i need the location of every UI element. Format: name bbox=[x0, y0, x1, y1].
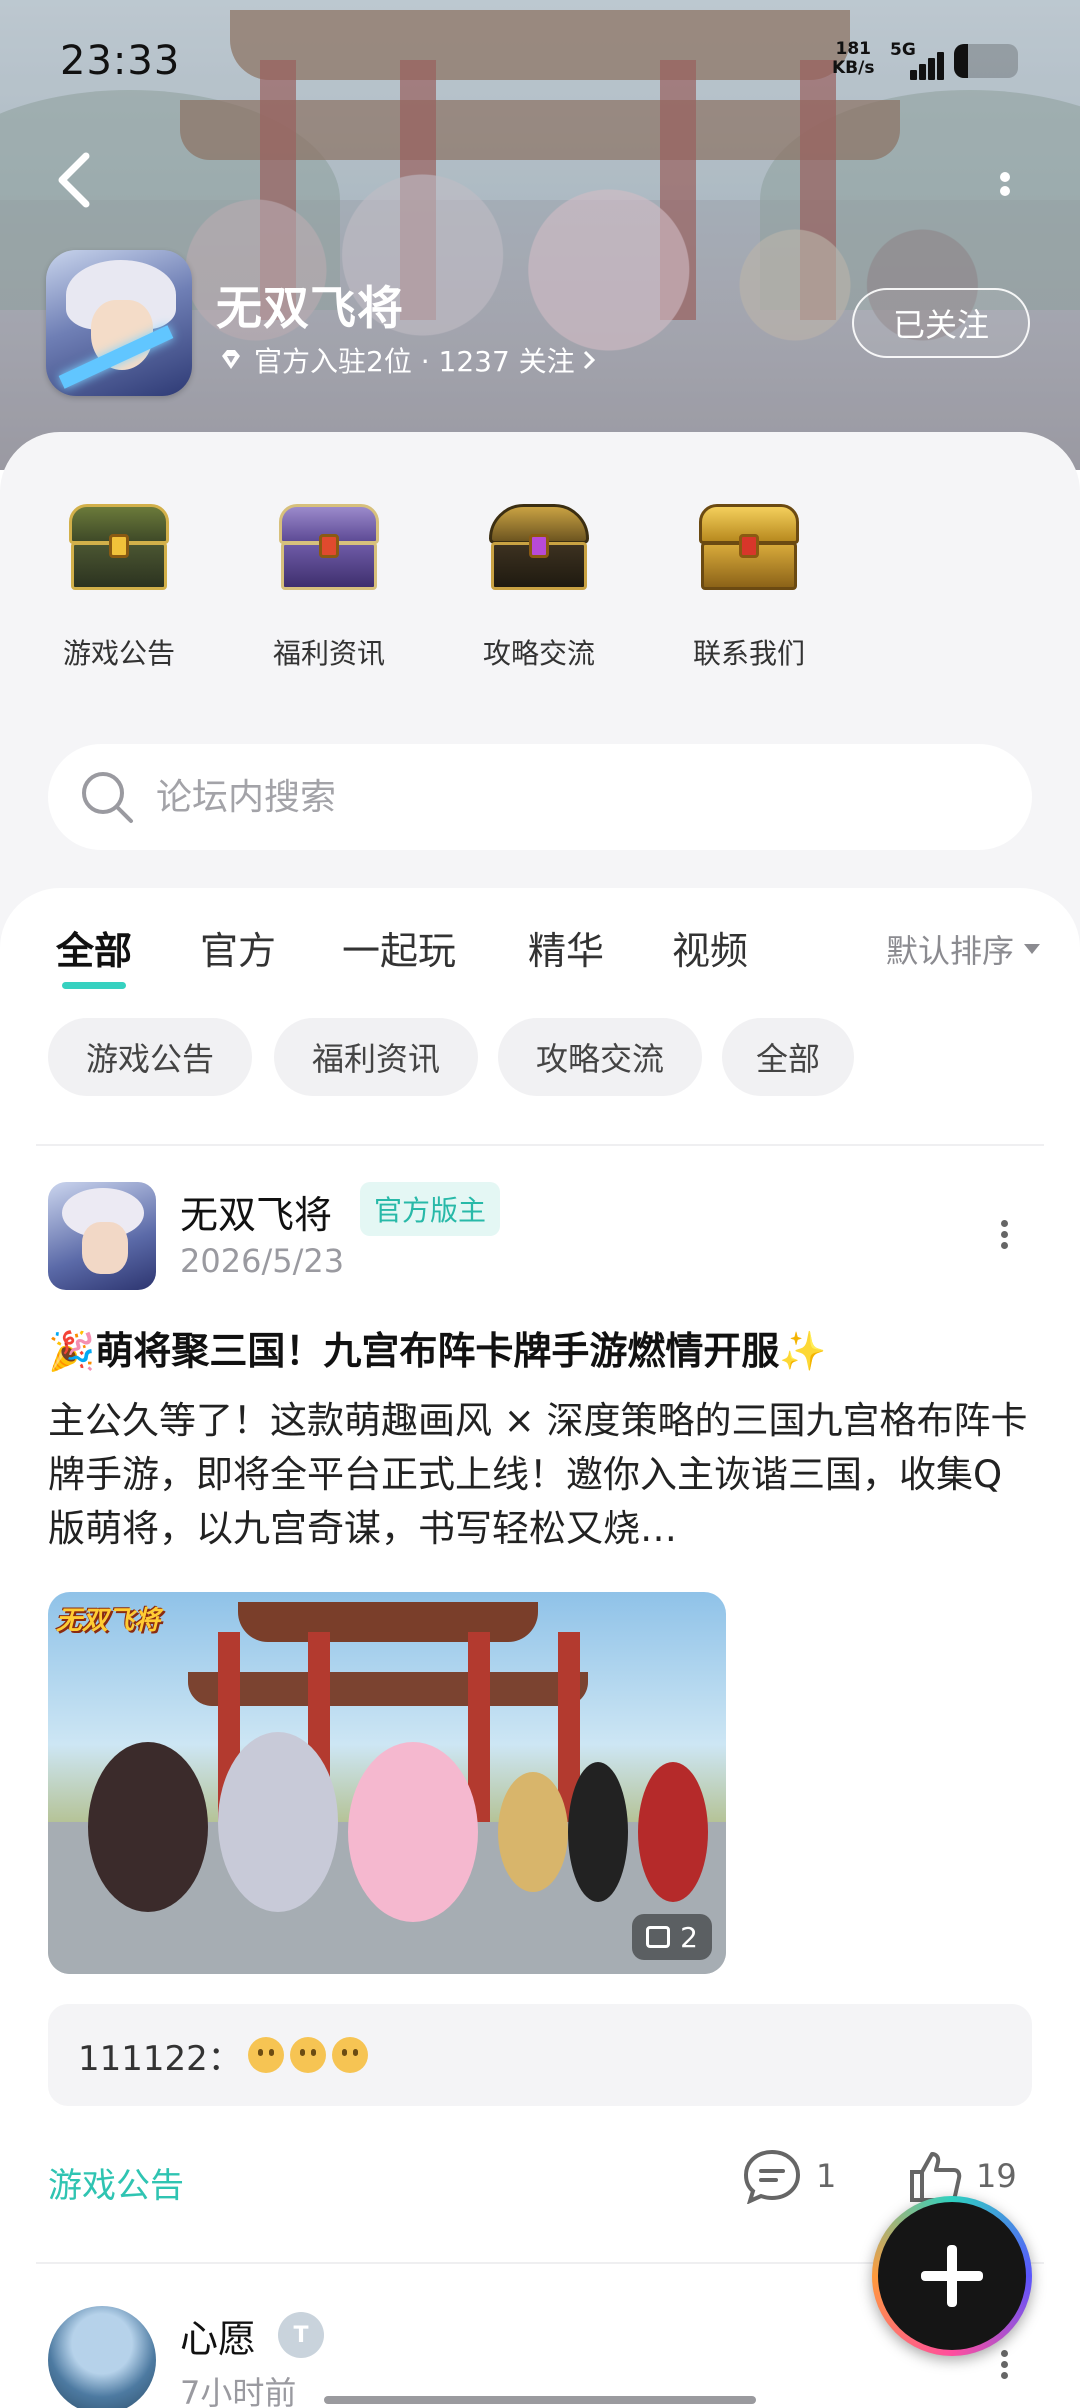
tab-official[interactable]: 官方 bbox=[200, 920, 276, 975]
sort-label: 默认排序 bbox=[885, 932, 1014, 970]
search-input[interactable] bbox=[156, 776, 856, 818]
category-guides[interactable]: 攻略交流 bbox=[444, 490, 634, 672]
emoji-icon bbox=[289, 2037, 326, 2073]
network-speed-unit: KB/s bbox=[832, 58, 875, 78]
game-meta-text: 官方入驻2位 · 1237 关注 bbox=[254, 345, 575, 378]
battery-icon bbox=[954, 44, 1018, 78]
game-title: 无双飞将 bbox=[216, 281, 404, 335]
image-count: 2 bbox=[680, 1920, 698, 1954]
dropdown-triangle-icon bbox=[1024, 944, 1040, 954]
purple-chest-icon bbox=[279, 504, 379, 590]
post-more-button[interactable] bbox=[996, 1216, 1012, 1256]
post-feed: 全部 官方 一起玩 精华 视频 默认排序 游戏公告 福利资讯 攻略交流 全部 无… bbox=[0, 888, 1080, 2408]
more-options-button[interactable] bbox=[990, 168, 1020, 228]
avatar[interactable] bbox=[48, 2306, 156, 2408]
official-moderator-badge: 官方版主 bbox=[360, 1182, 501, 1236]
image-count-badge: 2 bbox=[632, 1914, 712, 1960]
category-label: 游戏公告 bbox=[62, 637, 175, 670]
sort-dropdown[interactable]: 默认排序 bbox=[886, 926, 1040, 972]
follow-button[interactable]: 已关注 bbox=[852, 288, 1030, 358]
game-logo: 无双飞将 bbox=[56, 1606, 161, 1636]
chip-guides[interactable]: 攻略交流 bbox=[498, 1018, 702, 1096]
search-icon bbox=[82, 772, 133, 823]
post-more-button[interactable] bbox=[996, 2346, 1012, 2386]
post-date: 7小时前 bbox=[180, 2374, 297, 2408]
tab-video[interactable]: 视频 bbox=[672, 920, 748, 975]
create-post-button[interactable] bbox=[872, 2196, 1032, 2356]
comment-user: 111122： bbox=[78, 2038, 242, 2079]
category-announcements[interactable]: 游戏公告 bbox=[24, 490, 214, 672]
category-benefits[interactable]: 福利资讯 bbox=[234, 490, 424, 672]
tab-play-together[interactable]: 一起玩 bbox=[342, 920, 456, 975]
user-level-badge: T bbox=[278, 2312, 324, 2358]
tab-featured[interactable]: 精华 bbox=[528, 920, 604, 975]
green-gold-chest-icon bbox=[69, 504, 169, 590]
network-speed: 181 KB/s bbox=[832, 40, 874, 78]
network-speed-value: 181 bbox=[835, 39, 871, 59]
gold-chest-icon bbox=[699, 504, 799, 590]
back-arrow-icon bbox=[58, 152, 90, 208]
image-icon bbox=[646, 1926, 671, 1948]
emoji-icon bbox=[247, 2037, 284, 2073]
status-time: 23:33 bbox=[60, 38, 181, 84]
post-author[interactable]: 无双飞将 bbox=[180, 1184, 332, 1239]
status-bar: 23:33 181 KB/s 5G bbox=[0, 0, 1080, 120]
plus-icon bbox=[921, 2245, 983, 2307]
dark-gold-chest-icon bbox=[489, 504, 589, 590]
chip-benefits[interactable]: 福利资讯 bbox=[274, 1018, 478, 1096]
emoji-icon bbox=[331, 2037, 368, 2073]
chip-all[interactable]: 全部 bbox=[722, 1018, 854, 1096]
divider bbox=[36, 1144, 1044, 1146]
signal-icon bbox=[896, 50, 946, 80]
category-label: 攻略交流 bbox=[482, 637, 595, 670]
diamond-icon bbox=[222, 350, 240, 369]
post-body[interactable]: 主公久等了！这款萌趣画风 × 深度策略的三国九宫格布阵卡牌手游，即将全平台正式上… bbox=[48, 1394, 1038, 1556]
tab-all[interactable]: 全部 bbox=[56, 920, 132, 989]
category-label: 联系我们 bbox=[692, 637, 805, 670]
post-date: 2026/5/23 bbox=[180, 1242, 345, 1280]
chip-announcements[interactable]: 游戏公告 bbox=[48, 1018, 252, 1096]
like-count: 19 bbox=[976, 2157, 1017, 2195]
back-button[interactable] bbox=[52, 150, 112, 220]
category-label: 福利资讯 bbox=[272, 637, 385, 670]
post-title[interactable]: 🎉萌将聚三国！九宫布阵卡牌手游燃情开服✨ bbox=[48, 1320, 827, 1375]
comment-button[interactable]: 1 bbox=[742, 2148, 836, 2204]
category-shortcuts: 游戏公告 福利资讯 攻略交流 联系我们 bbox=[0, 490, 1080, 710]
home-indicator[interactable] bbox=[324, 2396, 756, 2404]
top-comment-preview[interactable]: 111122： bbox=[48, 2004, 1032, 2106]
post-image[interactable]: 无双飞将 2 bbox=[48, 1592, 726, 1974]
post-author[interactable]: 心愿 bbox=[180, 2308, 256, 2363]
forum-search-bar[interactable] bbox=[48, 744, 1032, 850]
comment-icon bbox=[743, 2149, 801, 2204]
game-app-icon bbox=[46, 250, 192, 396]
game-meta-link[interactable]: 官方入驻2位 · 1237 关注 bbox=[218, 340, 597, 380]
avatar[interactable] bbox=[48, 1182, 156, 1290]
category-contact[interactable]: 联系我们 bbox=[654, 490, 844, 672]
post-tag-link[interactable]: 游戏公告 bbox=[48, 2158, 184, 2207]
comment-count: 1 bbox=[816, 2157, 837, 2195]
chevron-right-icon bbox=[583, 350, 595, 370]
